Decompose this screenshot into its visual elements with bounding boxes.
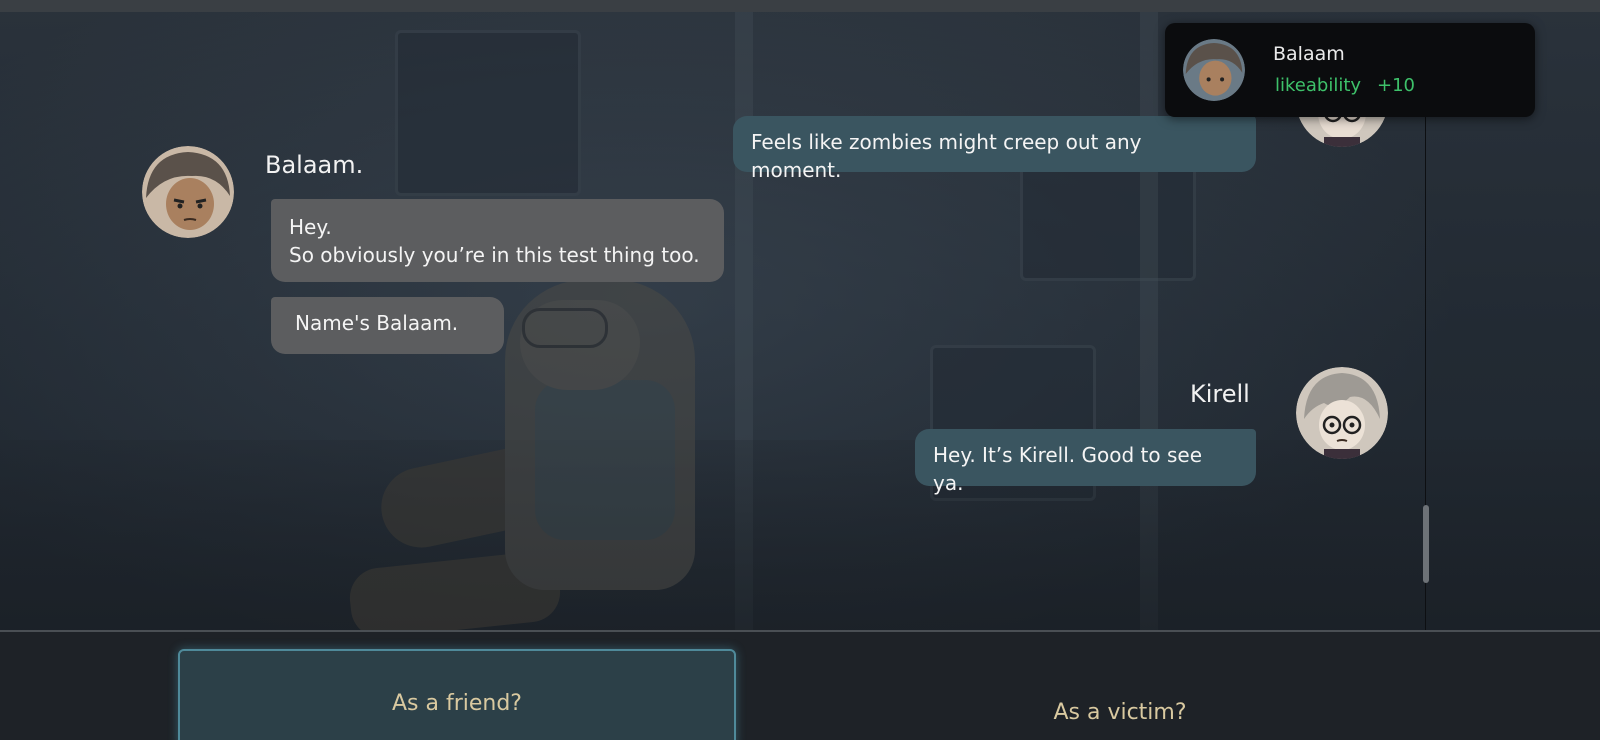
message-text: Hey. [289,215,332,239]
choice-label: As a victim? [1053,700,1187,725]
kirell-speaker-name: Kirell [1190,380,1250,408]
message-text: Name's Balaam. [295,311,459,335]
likeability-notification: Balaam likeability +10 [1165,23,1535,117]
notification-character-name: Balaam [1273,43,1345,65]
player-message-bubble: Hey. It’s Kirell. Good to see ya. [915,429,1256,495]
kirell-avatar [1296,367,1388,459]
choice-button-friend[interactable]: As a friend? [178,649,736,740]
balaam-portrait-icon [1183,39,1245,101]
notification-avatar [1183,39,1245,101]
background-window [395,30,581,196]
notification-stat-value: +10 [1377,75,1415,96]
top-edge-bar [0,0,1600,12]
choice-button-victim[interactable]: As a victim? [770,660,1470,740]
balaam-speaker-name: Balaam. [265,151,364,179]
balaam-portrait-icon [142,146,234,238]
game-scene: Feels like zombies might creep out any m… [0,0,1600,740]
kirell-portrait-icon [1296,367,1388,459]
npc-message-bubble: Hey. So obviously you’re in this test th… [271,199,724,282]
choice-label: As a friend? [391,691,522,716]
balaam-avatar [142,146,234,238]
notification-stat-label: likeability [1275,75,1362,96]
player-message-bubble: Feels like zombies might creep out any m… [733,116,1256,182]
message-text: So obviously you’re in this test thing t… [289,243,700,267]
background-floor [0,440,1600,640]
npc-message-bubble: Name's Balaam. [271,297,504,354]
chat-scrollbar-thumb[interactable] [1423,505,1429,583]
